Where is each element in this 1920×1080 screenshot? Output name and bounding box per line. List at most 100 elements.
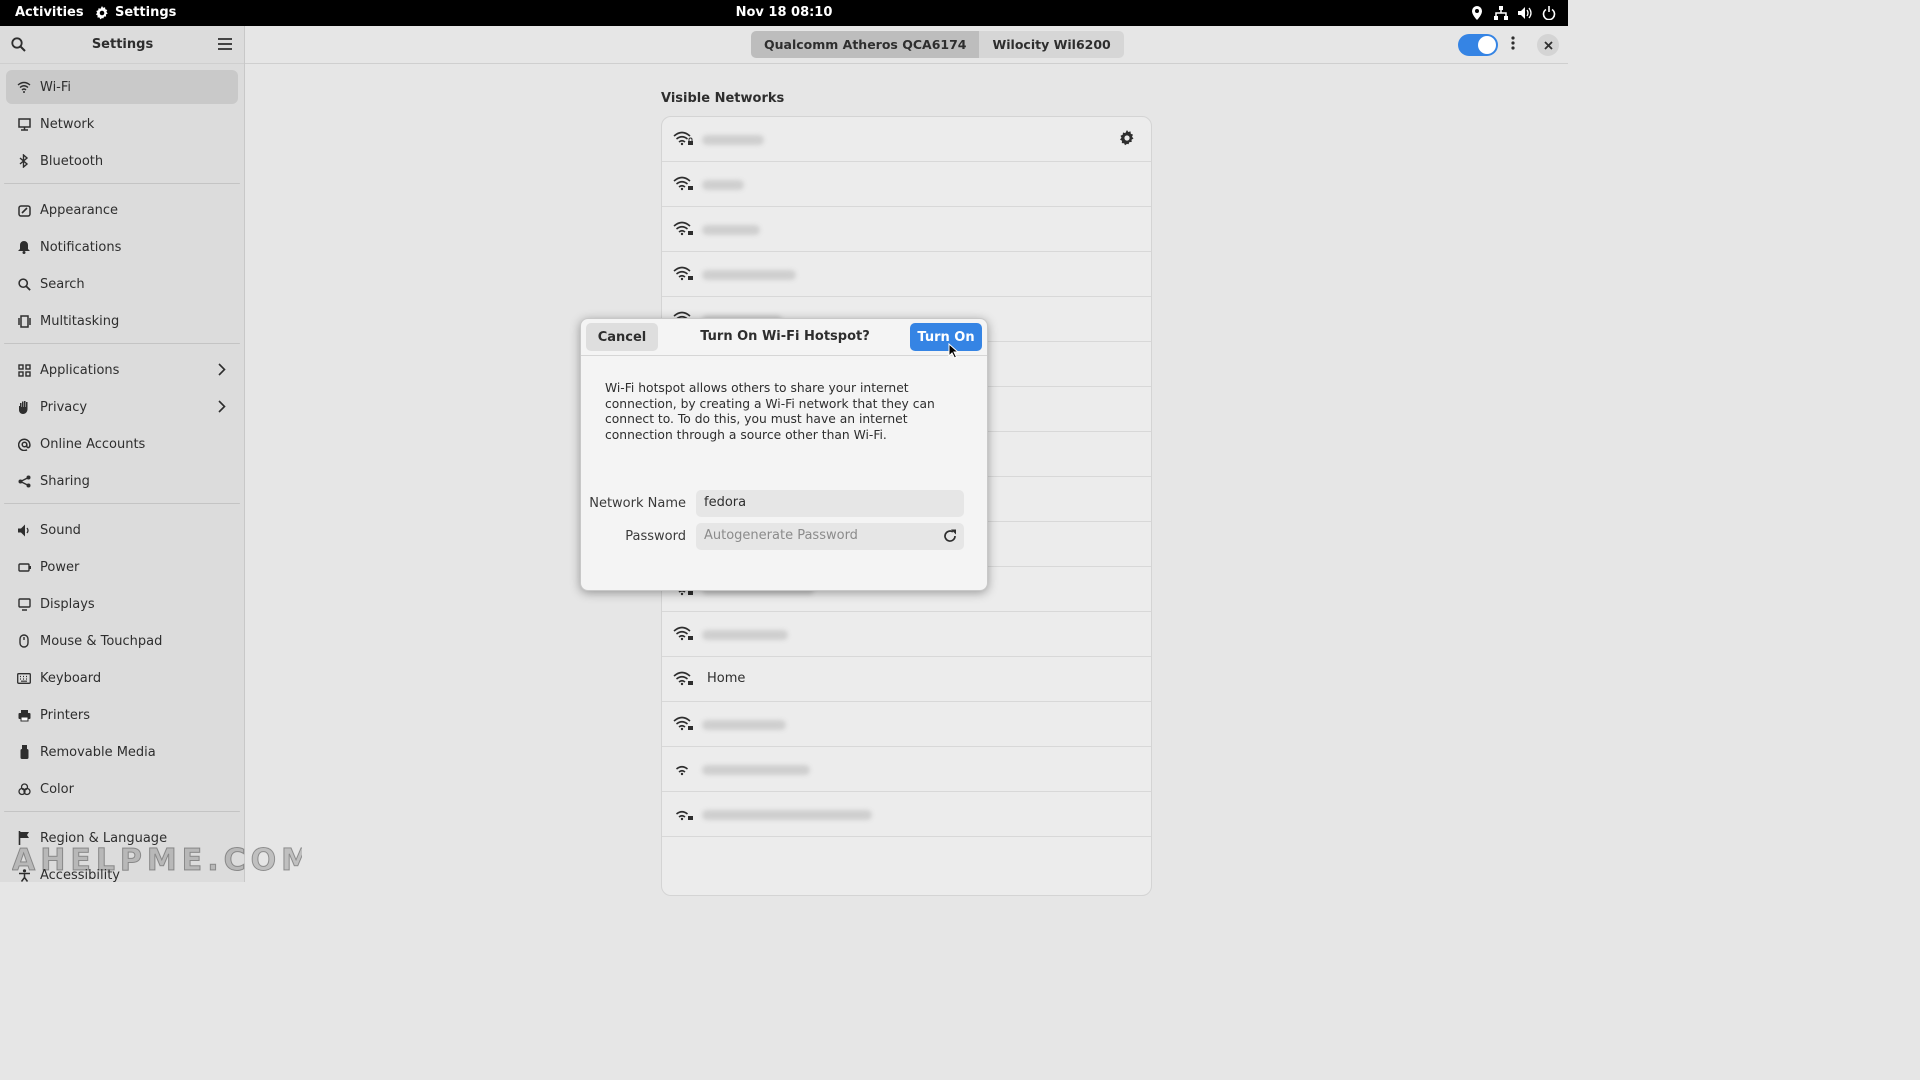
password-label: Password — [625, 529, 686, 544]
sidebar-item-online-accounts[interactable]: Online Accounts — [6, 427, 238, 461]
sidebar-item-label: Appearance — [40, 202, 119, 218]
sidebar-item-privacy[interactable]: Privacy — [6, 390, 238, 424]
network-icon — [16, 116, 32, 132]
sidebar-item-label: Mouse & Touchpad — [40, 633, 163, 649]
sidebar-item-label: Power — [40, 559, 80, 575]
sidebar-item-label: Search — [40, 276, 85, 292]
app-menu[interactable]: Settings — [95, 5, 176, 20]
sidebar-item-label: Multitasking — [40, 313, 120, 329]
password-row: Password Autogenerate Password — [581, 523, 989, 550]
adapter-tab-qualcomm[interactable]: Qualcomm Atheros QCA6174 — [751, 31, 980, 58]
sidebar-item-removable-media[interactable]: Removable Media — [6, 735, 238, 769]
sidebar-item-color[interactable]: Color — [6, 772, 238, 806]
list-item[interactable] — [662, 117, 1151, 162]
close-button[interactable] — [1537, 34, 1559, 56]
sidebar-item-bluetooth[interactable]: Bluetooth — [6, 144, 238, 178]
dialog-header: Cancel Turn On Wi-Fi Hotspot? Turn On — [581, 319, 987, 356]
power-icon — [1542, 5, 1556, 21]
sidebar-item-applications[interactable]: Applications — [6, 353, 238, 387]
chevron-right-icon — [218, 400, 226, 417]
sidebar-item-wifi[interactable]: Wi-Fi — [6, 70, 238, 104]
svg-text:AHELPME.COM: AHELPME.COM — [12, 843, 302, 876]
sidebar-item-notifications[interactable]: Notifications — [6, 230, 238, 264]
display-icon — [16, 596, 32, 612]
apps-icon — [16, 362, 32, 378]
sidebar-item-mouse-touchpad[interactable]: Mouse & Touchpad — [6, 624, 238, 658]
wifi-secure-icon — [673, 716, 693, 735]
sidebar-item-appearance[interactable]: Appearance — [6, 193, 238, 227]
sidebar-item-label: Notifications — [40, 239, 122, 255]
at-icon — [16, 436, 32, 452]
sidebar-item-label: Removable Media — [40, 744, 156, 760]
color-icon — [16, 781, 32, 797]
wifi-secure-icon — [673, 626, 693, 645]
sidebar-item-sound[interactable]: Sound — [6, 513, 238, 547]
chevron-right-icon — [218, 363, 226, 380]
sidebar-item-multitasking[interactable]: Multitasking — [6, 304, 238, 338]
sidebar-item-label: Privacy — [40, 399, 88, 415]
appearance-icon — [16, 202, 32, 218]
sidebar-item-label: Applications — [40, 362, 120, 378]
wifi-secure-icon — [673, 806, 693, 825]
wifi-toggle[interactable] — [1458, 34, 1498, 56]
wifi-secure-icon — [673, 671, 693, 690]
list-item[interactable] — [662, 162, 1151, 207]
wifi-secure-icon — [673, 266, 693, 285]
toggle-knob — [1478, 36, 1496, 54]
divider — [4, 503, 240, 504]
sidebar-item-network[interactable]: Network — [6, 107, 238, 141]
bluetooth-icon — [16, 153, 32, 169]
app-name: Settings — [115, 5, 177, 20]
divider — [4, 811, 240, 812]
sidebar-item-label: Bluetooth — [40, 153, 104, 169]
divider — [4, 183, 240, 184]
sidebar-item-sharing[interactable]: Sharing — [6, 464, 238, 498]
turn-on-button[interactable]: Turn On — [910, 323, 982, 351]
volume-icon — [1518, 5, 1532, 21]
list-item[interactable] — [662, 792, 1151, 837]
network-name-label: Network Name — [589, 496, 686, 511]
list-item-home[interactable]: Home — [662, 657, 1151, 702]
clock[interactable]: Nov 18 08:10 — [736, 5, 833, 20]
power-icon — [16, 559, 32, 575]
refresh-icon[interactable] — [943, 529, 957, 547]
hamburger-menu-icon[interactable] — [218, 38, 232, 54]
wifi-secure-icon — [673, 176, 693, 195]
network-icon — [1494, 5, 1508, 21]
keyboard-icon — [16, 670, 32, 686]
activities-button[interactable]: Activities — [15, 5, 84, 20]
sidebar: Settings Wi-Fi Network Bluetooth Appeara… — [0, 26, 245, 883]
cancel-button[interactable]: Cancel — [586, 323, 658, 351]
sidebar-item-search[interactable]: Search — [6, 267, 238, 301]
divider — [4, 343, 240, 344]
mouse-cursor-icon — [948, 342, 960, 363]
sidebar-item-displays[interactable]: Displays — [6, 587, 238, 621]
speaker-icon — [16, 522, 32, 538]
wifi-icon — [673, 761, 693, 780]
sidebar-item-label: Color — [40, 781, 74, 797]
top-bar: Activities Settings Nov 18 08:10 — [0, 0, 1568, 26]
wifi-secure-icon — [673, 131, 693, 150]
sidebar-item-label: Keyboard — [40, 670, 102, 686]
sidebar-item-power[interactable]: Power — [6, 550, 238, 584]
network-name-field[interactable]: fedora — [696, 490, 964, 517]
list-item[interactable] — [662, 207, 1151, 252]
adapter-tab-wilocity[interactable]: Wilocity Wil6200 — [979, 31, 1124, 58]
sidebar-item-keyboard[interactable]: Keyboard — [6, 661, 238, 695]
gear-icon[interactable] — [1119, 130, 1135, 150]
sidebar-item-label: Printers — [40, 707, 91, 723]
list-item[interactable] — [662, 612, 1151, 657]
wifi-icon — [16, 79, 32, 95]
gear-icon — [95, 5, 108, 19]
adapter-switcher: Qualcomm Atheros QCA6174 Wilocity Wil620… — [751, 31, 1124, 58]
bell-icon — [16, 239, 32, 255]
list-item[interactable] — [662, 252, 1151, 297]
password-field[interactable]: Autogenerate Password — [696, 523, 964, 550]
multitasking-icon — [16, 313, 32, 329]
sidebar-item-printers[interactable]: Printers — [6, 698, 238, 732]
sidebar-item-label: Sound — [40, 522, 81, 538]
kebab-menu-icon[interactable] — [1511, 36, 1515, 54]
list-item[interactable] — [662, 747, 1151, 792]
list-item[interactable] — [662, 702, 1151, 747]
system-tray[interactable] — [1470, 5, 1556, 21]
